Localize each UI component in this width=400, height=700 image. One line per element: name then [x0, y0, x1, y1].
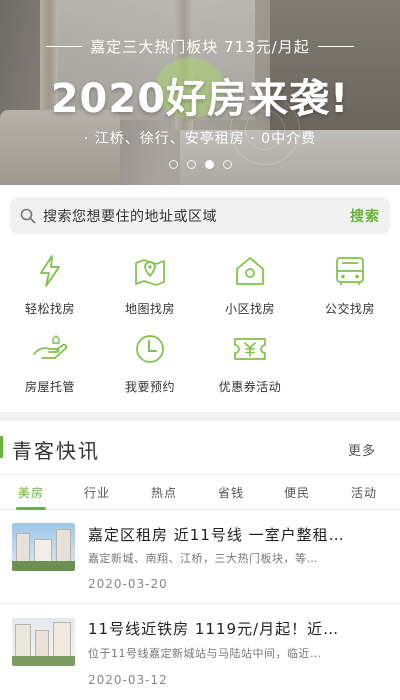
feature-easy-find[interactable]: 轻松找房: [0, 252, 100, 322]
section-accent-bar: [0, 436, 3, 458]
news-item-date: 2020-03-20: [88, 577, 168, 591]
carousel-dot[interactable]: [168, 160, 178, 169]
news-title: 青客快讯: [12, 439, 100, 463]
feature-coupon[interactable]: 优惠券活动: [200, 330, 300, 400]
search-bar[interactable]: 搜索您想要住的地址或区域 搜索: [10, 197, 390, 234]
carousel-indicator[interactable]: [0, 160, 400, 169]
carousel-dot[interactable]: [222, 160, 232, 169]
more-link[interactable]: 更多: [348, 440, 376, 459]
coupon-icon: [231, 330, 269, 368]
tab-hangye[interactable]: 行业: [66, 475, 128, 510]
news-thumbnail: [12, 523, 75, 571]
news-item-desc: 嘉定新城、南翔、江桥，三大热门板块，等…: [88, 552, 318, 565]
news-tabs: 美房 行业 热点 省钱 便民 活动: [0, 474, 400, 510]
carousel-dot-active[interactable]: [204, 160, 214, 169]
news-item-title: 11号线近铁房 1119元/月起！近…: [88, 620, 340, 638]
bus-icon: [331, 252, 369, 290]
hand-hold-icon: [31, 330, 69, 368]
promo-banner[interactable]: 嘉定三大热门板块 713元/月起 2020好房来袭! · 江桥、徐行、安亭租房 …: [0, 0, 400, 185]
lightning-icon: [31, 252, 69, 290]
carousel-dot[interactable]: [186, 160, 196, 169]
map-pin-icon: [131, 252, 169, 290]
news-item[interactable]: 嘉定区租房 近11号线 一室户整租… 嘉定新城、南翔、江桥，三大热门板块，等… …: [0, 515, 400, 605]
feature-community-find[interactable]: 小区找房: [200, 252, 300, 322]
tab-meifang[interactable]: 美房: [0, 475, 62, 510]
news-item-desc: 位于11号线嘉定新城站与马陆站中间，临近…: [88, 647, 322, 660]
search-button[interactable]: 搜索: [350, 206, 380, 226]
news-thumbnail: [12, 618, 75, 666]
section-divider: [0, 412, 400, 421]
house-icon: [231, 252, 269, 290]
news-item-date: 2020-03-12: [88, 673, 168, 687]
banner-tags: · 江桥、徐行、安亭租房 · 0中介费: [83, 131, 317, 147]
feature-appointment[interactable]: 我要预约: [100, 330, 200, 400]
search-icon: [20, 208, 36, 223]
feature-property-management[interactable]: 房屋托管: [0, 330, 100, 400]
news-item-title: 嘉定区租房 近11号线 一室户整租…: [88, 526, 345, 544]
news-item[interactable]: 11号线近铁房 1119元/月起！近… 位于11号线嘉定新城站与马陆站中间，临近…: [0, 607, 400, 697]
tab-redian[interactable]: 热点: [133, 475, 195, 510]
feature-bus-find[interactable]: 公交找房: [300, 252, 400, 322]
item-divider: [0, 603, 400, 604]
active-tab-indicator: [16, 507, 46, 510]
tab-shengqian[interactable]: 省钱: [200, 475, 262, 510]
clock-icon: [131, 330, 169, 368]
feature-map-find[interactable]: 地图找房: [100, 252, 200, 322]
banner-subtitle: 嘉定三大热门板块 713元/月起: [0, 36, 400, 57]
tab-bianmin[interactable]: 便民: [266, 475, 328, 510]
tab-huodong[interactable]: 活动: [333, 475, 395, 510]
news-header: 青客快讯 更多: [0, 424, 400, 468]
banner-headline: 2020好房来袭!: [50, 76, 350, 122]
search-input[interactable]: 搜索您想要住的地址或区域: [43, 206, 350, 226]
